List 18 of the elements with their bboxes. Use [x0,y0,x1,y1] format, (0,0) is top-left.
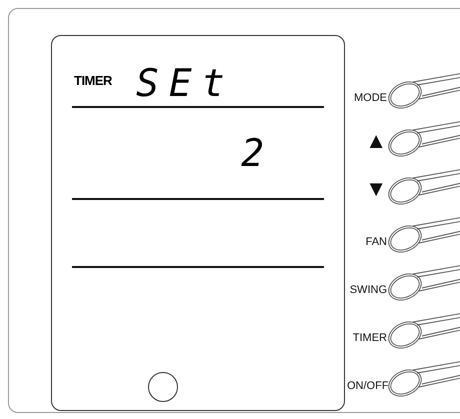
sensor-circle [148,372,178,402]
oval-key-icon [387,73,460,109]
remote-button[interactable]: ▲ [347,121,460,157]
oval-key-icon [387,169,460,205]
oval-key-icon [387,313,460,349]
remote-button[interactable]: ON/OFF [347,361,460,397]
oval-key-icon [387,217,460,253]
oval-key-icon [387,361,460,397]
remote-button[interactable]: TIMER [347,313,460,349]
segment-value: 2 [241,134,274,172]
mode-label: TIMER [74,73,112,88]
remote-button[interactable]: FAN [347,217,460,253]
oval-key-icon [387,265,460,301]
oval-key-icon [387,121,460,157]
remote-button[interactable]: SWING [347,265,460,301]
remote-button[interactable]: MODE [347,73,460,109]
remote-button[interactable]: ▼ [347,169,460,205]
segment-text: SEt [136,64,235,102]
